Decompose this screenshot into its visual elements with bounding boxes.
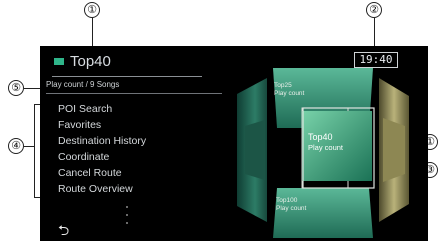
menu-item-cancel-route[interactable]: Cancel Route <box>58 165 146 181</box>
back-icon[interactable]: ⮌ <box>58 220 69 241</box>
menu-list: POI Search Favorites Destination History… <box>58 101 146 197</box>
playlist-icon <box>54 57 64 65</box>
callout-4: ④ <box>8 138 24 154</box>
tile-top100 <box>273 188 373 238</box>
divider <box>46 93 222 94</box>
menu-item-favorites[interactable]: Favorites <box>58 117 146 133</box>
tile-top100-label: Top100 Play count <box>276 197 307 212</box>
callout-5: ⑤ <box>8 80 24 96</box>
playlist-header: Top40 <box>54 50 111 72</box>
selected-playlist-label: Top40 Play count <box>308 132 344 152</box>
tile-top25-label: Top25 Play count <box>274 82 305 97</box>
callout-bracket <box>34 104 35 198</box>
menu-item-poi-search[interactable]: POI Search <box>58 101 146 117</box>
callout-1-top: ① <box>84 2 100 18</box>
menu-item-route-overview[interactable]: Route Overview <box>58 181 146 197</box>
menu-item-destination-history[interactable]: Destination History <box>58 133 146 149</box>
divider <box>52 76 202 77</box>
playlist-subtitle: Play count / 9 Songs <box>46 80 120 89</box>
callout-leader <box>24 146 34 147</box>
playlist-title: Top40 <box>70 52 111 70</box>
callout-2: ② <box>366 2 382 18</box>
callout-leader <box>92 18 93 48</box>
device-screen: Top40 Play count / 9 Songs POI Search Fa… <box>40 46 428 241</box>
menu-item-coordinate[interactable]: Coordinate <box>58 149 146 165</box>
scroll-indicator <box>126 206 128 230</box>
